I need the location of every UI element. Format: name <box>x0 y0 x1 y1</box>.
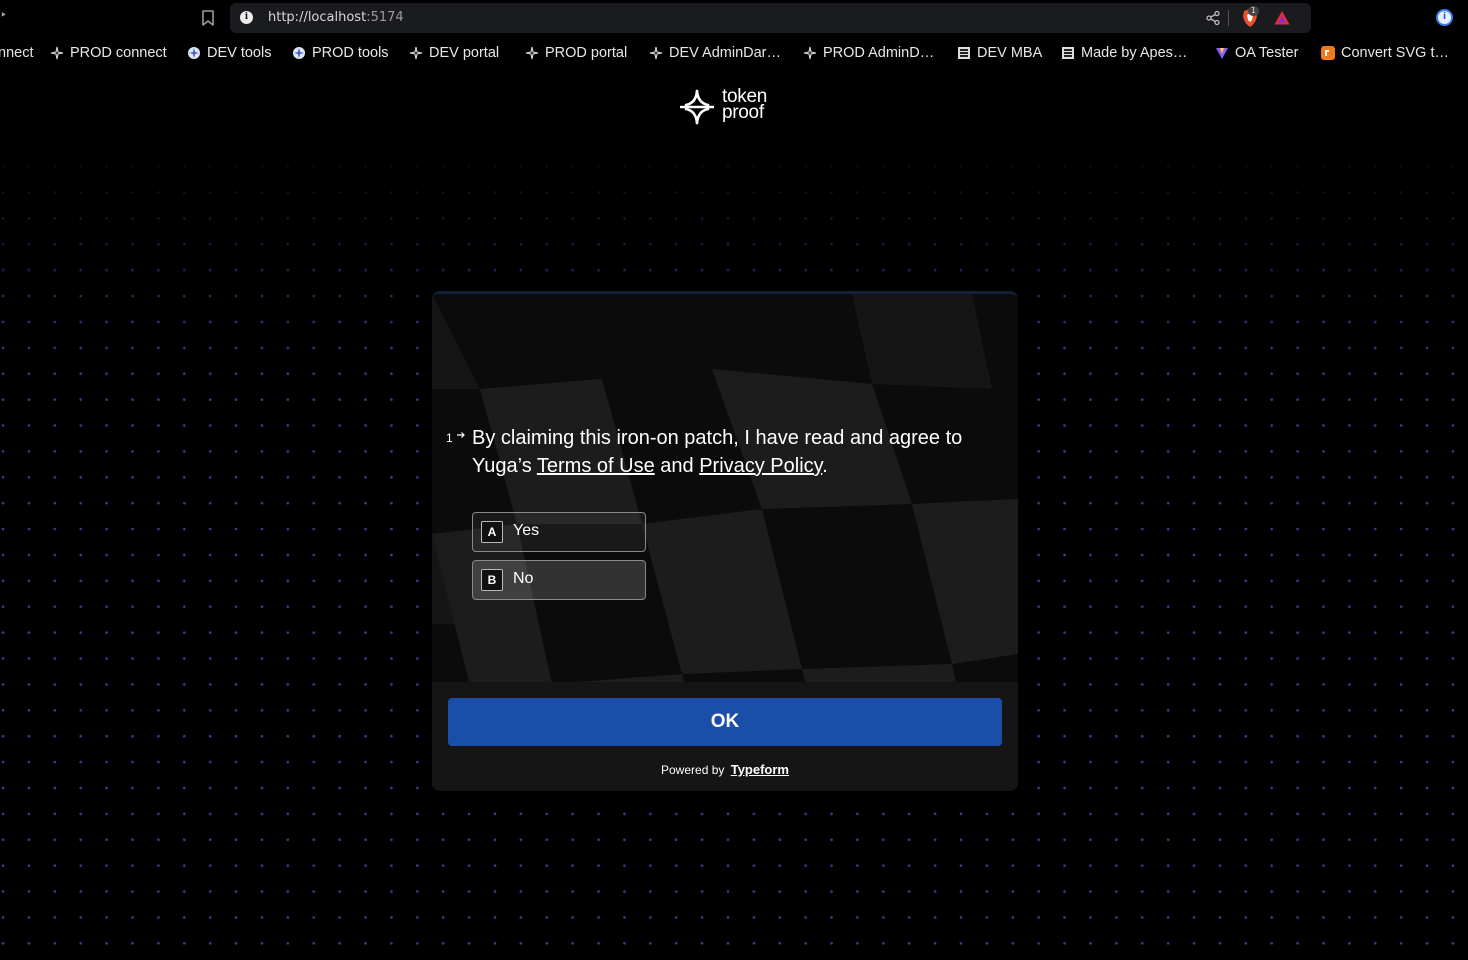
address-bar-divider <box>1228 10 1229 26</box>
bookmark-label: Convert SVG t… <box>1341 45 1449 61</box>
choice-key-b: B <box>481 569 503 591</box>
globe-icon <box>187 46 201 60</box>
choice-yes[interactable]: A Yes <box>472 512 646 552</box>
tokenproof-wordmark: token proof <box>722 87 767 123</box>
bookmark-label: DEV tools <box>207 45 272 61</box>
bookmarks-bar: nnect PROD connect DEV tools PROD tools DEV … <box>0 36 1468 70</box>
question-number: 1 <box>446 431 453 445</box>
share-icon[interactable] <box>1205 10 1221 26</box>
bookmark-label: OA Tester <box>1235 45 1299 61</box>
address-bar[interactable]: i http://localhost:5174 1 <box>230 3 1311 33</box>
url-text[interactable]: http://localhost:5174 <box>268 10 404 25</box>
bookmark-label: PROD tools <box>312 45 389 61</box>
choice-label-no: No <box>513 570 534 587</box>
bookmark-item[interactable]: Made by Apes… <box>1061 44 1187 62</box>
globe-icon <box>292 46 306 60</box>
vite-icon <box>1215 46 1229 60</box>
site-info-icon[interactable]: i <box>240 11 253 24</box>
bookmark-label: PROD AdminD… <box>823 45 935 61</box>
choice-key-a: A <box>481 521 503 543</box>
ok-button[interactable]: OK <box>448 698 1002 746</box>
logo-line-proof: proof <box>722 102 764 123</box>
password-manager-extension-icon[interactable]: i <box>1436 9 1453 26</box>
sparkle-icon <box>409 46 423 60</box>
bookmark-item[interactable]: DEV AdminDar… <box>649 44 781 62</box>
shields-count-badge: 1 <box>1247 6 1259 16</box>
made-badge-icon <box>957 46 971 60</box>
browser-toolbar: ‣ i http://localhost:5174 1 i <box>0 0 1468 36</box>
arrow-right-icon <box>457 432 465 438</box>
bookmark-item[interactable]: DEV MBA <box>957 44 1042 62</box>
sparkle-icon <box>525 46 539 60</box>
bookmark-item[interactable]: nnect <box>0 44 33 62</box>
question-conjunction: and <box>654 455 700 477</box>
bookmark-item[interactable]: Convert SVG t… <box>1321 44 1449 62</box>
privacy-policy-link[interactable]: Privacy Policy <box>699 455 822 477</box>
question-text: By claiming this iron-on patch, I have r… <box>472 424 992 480</box>
bookmark-item[interactable]: OA Tester <box>1215 44 1298 62</box>
made-badge-icon <box>1061 46 1075 60</box>
bookmark-label: nnect <box>0 45 34 61</box>
sparkle-icon <box>50 46 64 60</box>
sparkle-icon <box>649 46 663 60</box>
bookmark-item[interactable]: DEV portal <box>409 44 499 62</box>
bookmark-label: DEV AdminDar… <box>669 45 782 61</box>
bookmark-item[interactable]: PROD connect <box>50 44 167 62</box>
question-suffix: . <box>822 455 828 477</box>
choice-no[interactable]: B No <box>472 560 646 600</box>
converter-icon <box>1321 46 1335 60</box>
bookmark-item[interactable]: DEV tools <box>187 44 271 62</box>
bookmark-label: PROD portal <box>545 45 628 61</box>
reload-edge-icon[interactable]: ‣ <box>0 8 7 22</box>
powered-by-text: Powered by <box>661 763 725 777</box>
url-port: :5174 <box>366 10 404 25</box>
terms-of-use-link[interactable]: Terms of Use <box>537 455 655 477</box>
choice-label-yes: Yes <box>513 522 540 539</box>
bookmark-item[interactable]: PROD tools <box>292 44 389 62</box>
powered-by-typeform: Powered by Typeform <box>432 762 1018 777</box>
bookmark-item[interactable]: PROD portal <box>525 44 627 62</box>
tokenproof-mark-icon <box>680 89 714 125</box>
url-host: http://localhost <box>268 10 367 25</box>
bookmark-page-icon[interactable] <box>198 7 218 29</box>
typeform-link[interactable]: Typeform <box>731 762 789 777</box>
bookmark-label: PROD connect <box>70 45 167 61</box>
page-background: token proof 1 By claiming this iron-on p… <box>0 70 1468 960</box>
bookmark-label: DEV portal <box>429 45 500 61</box>
bookmark-item[interactable]: PROD AdminD… <box>803 44 934 62</box>
bookmark-label: DEV MBA <box>977 45 1043 61</box>
typeform-card: 1 By claiming this iron-on patch, I have… <box>432 291 1018 791</box>
sparkle-icon <box>803 46 817 60</box>
tokenproof-logo[interactable]: token proof <box>680 87 772 127</box>
brave-rewards-icon[interactable] <box>1273 9 1291 27</box>
bookmark-label: Made by Apes… <box>1081 45 1188 61</box>
